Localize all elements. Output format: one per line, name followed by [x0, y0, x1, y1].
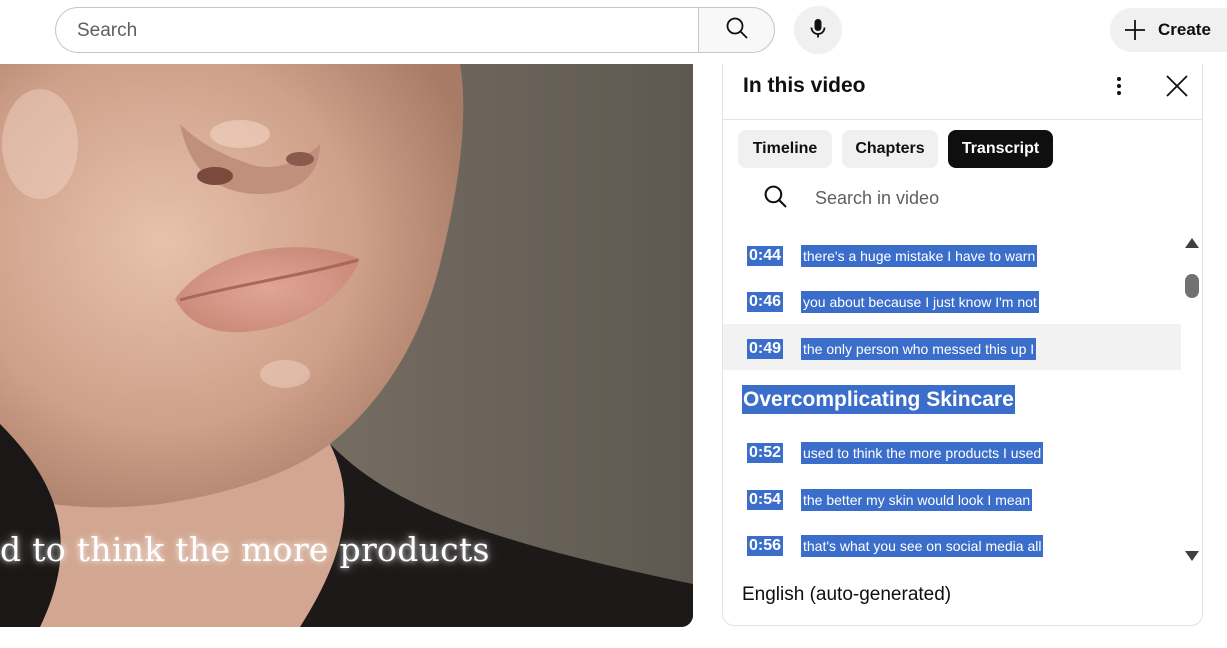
search-icon [763, 184, 788, 214]
transcript-language-selector[interactable]: English (auto-generated) [742, 584, 951, 606]
search-icon [725, 16, 749, 45]
microphone-icon [806, 16, 830, 45]
segment-text: the only person who messed this up I [801, 338, 1037, 360]
segment-text: used to think the more products I used [801, 442, 1044, 464]
scrollbar-thumb[interactable] [1185, 274, 1199, 298]
segment-text: that's what you see on social media all [801, 535, 1044, 557]
panel-title: In this video [743, 74, 866, 97]
more-vert-icon[interactable] [1107, 74, 1131, 98]
plus-icon [1124, 19, 1146, 46]
transcript-segment[interactable]: 0:54 the better my skin would look I mea… [723, 478, 1181, 524]
scroll-down-arrow-icon[interactable] [1184, 549, 1200, 563]
search-box[interactable] [55, 7, 698, 54]
create-label: Create [1158, 20, 1211, 39]
tab-transcript[interactable]: Transcript [948, 130, 1053, 168]
segment-timestamp: 0:46 [747, 292, 784, 312]
create-button[interactable]: Create [1110, 8, 1227, 52]
segment-timestamp: 0:44 [747, 246, 784, 266]
tab-timeline[interactable]: Timeline [738, 130, 832, 168]
segment-text: the better my skin would look I mean [801, 489, 1033, 511]
segment-timestamp: 0:49 [747, 339, 784, 359]
in-this-video-panel: In this video Timeline Chapters Transcri… [722, 64, 1203, 626]
segment-timestamp: 0:54 [747, 490, 784, 510]
search-input[interactable] [75, 8, 679, 54]
video-caption: d to think the more products [0, 530, 490, 569]
scroll-up-arrow-icon[interactable] [1184, 236, 1200, 250]
divider [723, 119, 1202, 120]
tab-chapters[interactable]: Chapters [842, 130, 938, 168]
segment-timestamp: 0:52 [747, 443, 784, 463]
voice-search-button[interactable] [794, 6, 842, 54]
transcript-segment[interactable]: 0:52 used to think the more products I u… [723, 431, 1181, 477]
segment-timestamp: 0:56 [747, 536, 784, 556]
transcript-segment[interactable]: 0:56 that's what you see on social media… [723, 524, 1181, 570]
video-player[interactable]: d to think the more products [0, 64, 693, 627]
chapter-title: Overcomplicating Skincare [742, 385, 1015, 414]
transcript-search-input[interactable] [813, 182, 1147, 214]
close-icon[interactable] [1163, 72, 1191, 100]
transcript-segment[interactable]: 0:49 the only person who messed this up … [723, 324, 1181, 370]
transcript-segment[interactable]: 0:44 there's a huge mistake I have to wa… [723, 234, 1181, 280]
segment-text: you about because I just know I'm not [801, 291, 1039, 313]
transcript-segment[interactable]: 0:46 you about because I just know I'm n… [723, 280, 1181, 326]
segment-text: there's a huge mistake I have to warn [801, 245, 1038, 267]
search-button[interactable] [698, 7, 775, 53]
